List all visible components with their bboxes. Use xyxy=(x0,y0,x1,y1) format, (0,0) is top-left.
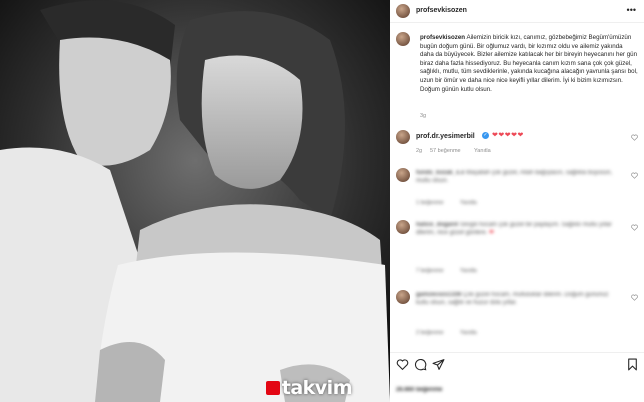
more-options-icon[interactable]: ••• xyxy=(627,5,636,15)
verified-badge-icon: ✓ xyxy=(482,132,489,139)
caption-avatar[interactable] xyxy=(396,32,410,46)
reply-button[interactable]: Yanıtla xyxy=(460,268,477,274)
caption-username[interactable]: profsevkisozen xyxy=(420,34,465,41)
author-username[interactable]: profsevkisozen xyxy=(416,7,467,14)
heart-emoji-icon: ❤ xyxy=(489,230,495,236)
post-photo: takvim xyxy=(0,0,390,402)
actions-divider xyxy=(390,352,644,353)
comment-item: fundo_kozak_x.x Maşallah çok güzel, Alla… xyxy=(390,166,644,212)
reply-button[interactable]: Yanıtla xyxy=(460,330,477,336)
comment-item: hatice_dogan4 Sevgili hocam çok güzel bi… xyxy=(390,218,644,278)
post-side-panel: profsevkisozen ••• profsevkisozen Ailemi… xyxy=(390,0,644,402)
comment-likes[interactable]: 7 beğenme xyxy=(416,268,444,274)
takvim-logo-icon xyxy=(265,381,280,395)
like-comment-icon[interactable] xyxy=(631,224,638,231)
comment-avatar[interactable] xyxy=(396,220,410,234)
bookmark-icon[interactable] xyxy=(627,358,638,371)
like-comment-icon[interactable] xyxy=(631,172,638,179)
comment-text: ❤❤❤❤❤ xyxy=(492,132,524,139)
comment-username[interactable]: fundo_kozak_x.x xyxy=(416,170,464,176)
caption-text: Ailemizin biricik kızı, canımız, gözbebe… xyxy=(420,34,638,93)
reply-button[interactable]: Yanıtla xyxy=(474,148,491,154)
header-divider xyxy=(390,22,644,23)
watermark-text: takvim xyxy=(281,377,353,399)
takvim-watermark: takvim xyxy=(265,377,353,399)
comment-username[interactable]: hatice_dogan4 xyxy=(416,222,458,228)
like-comment-icon[interactable] xyxy=(631,294,638,301)
comment-username[interactable]: gamzecozs1336 xyxy=(416,292,461,298)
author-avatar[interactable] xyxy=(396,4,410,18)
comment-item: gamzecozs1336 Çok güzel hocam, mutlulukl… xyxy=(390,288,644,340)
post-header: profsevkisozen ••• xyxy=(390,0,644,22)
like-comment-icon[interactable] xyxy=(631,134,638,141)
post-action-bar xyxy=(396,358,638,372)
comment-avatar[interactable] xyxy=(396,130,410,144)
post-caption: profsevkisozen Ailemizin biricik kızı, c… xyxy=(420,34,638,94)
reply-button[interactable]: Yanıtla xyxy=(460,200,477,206)
comment-item: prof.dr.yesimerbil ✓ ❤❤❤❤❤ 2g 57 beğenme… xyxy=(390,128,644,158)
comment-avatar[interactable] xyxy=(396,290,410,304)
comment-icon[interactable] xyxy=(414,358,427,371)
comment-likes[interactable]: 2 beğenme xyxy=(416,330,444,336)
couple-photo-illustration xyxy=(0,0,390,402)
comment-likes[interactable]: 57 beğenme xyxy=(430,148,461,154)
like-post-icon[interactable] xyxy=(396,358,409,371)
comment-likes[interactable]: 1 beğenme xyxy=(416,200,444,206)
comment-avatar[interactable] xyxy=(396,168,410,182)
comment-username[interactable]: prof.dr.yesimerbil xyxy=(416,133,475,140)
likes-count[interactable]: 26.660 beğenme xyxy=(396,387,442,393)
caption-time: 3g xyxy=(420,113,427,119)
comment-time: 2g xyxy=(416,148,423,154)
share-icon[interactable] xyxy=(432,358,445,371)
